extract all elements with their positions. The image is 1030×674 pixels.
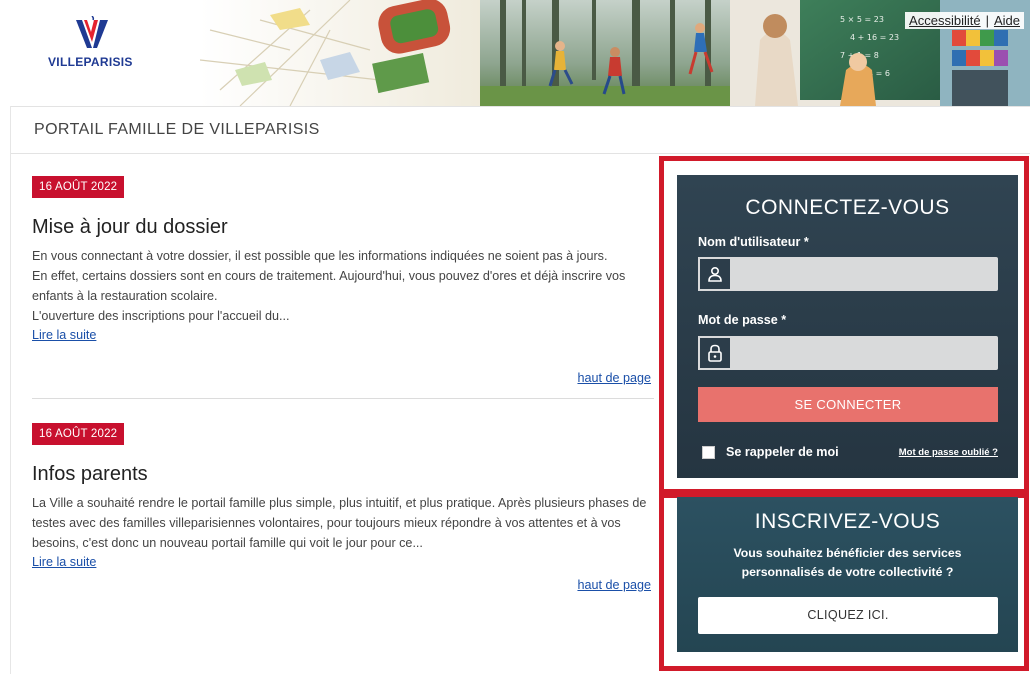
password-field (698, 336, 998, 370)
read-more-link[interactable]: Lire la suite (32, 555, 96, 569)
news-item: 16 AOÛT 2022 Mise à jour du dossier En v… (32, 176, 654, 391)
site-header: VILLEPARISIS 5 × 5 = 23 4 + 16 = 23 7 + … (10, 0, 1030, 106)
top-of-page-link[interactable]: haut de page (577, 371, 651, 385)
portal-title-bar: PORTAIL FAMILLE DE VILLEPARISIS (10, 106, 1030, 154)
content-frame-border (10, 106, 11, 674)
login-button[interactable]: SE CONNECTER (698, 387, 998, 422)
villeparisis-logo-icon (76, 16, 108, 48)
news-title: Mise à jour du dossier (32, 216, 228, 238)
news-paragraph: L'ouverture des inscriptions pour l'accu… (32, 309, 290, 323)
svg-text:4 + 16 = 23: 4 + 16 = 23 (850, 33, 899, 42)
help-link[interactable]: Aide (994, 13, 1020, 28)
username-input[interactable] (734, 257, 996, 291)
signup-panel: INSCRIVEZ-VOUS Vous souhaitez bénéficier… (677, 497, 1018, 652)
link-separator: | (985, 13, 989, 28)
accessibility-link[interactable]: Accessibilité (909, 13, 981, 28)
signup-title: INSCRIVEZ-VOUS (754, 510, 941, 533)
read-more-link[interactable]: Lire la suite (32, 328, 96, 342)
remember-me-label: Se rappeler de moi (726, 445, 839, 459)
remember-me-checkbox[interactable] (702, 445, 715, 459)
news-item: 16 AOÛT 2022 Infos parents La Ville a so… (32, 423, 654, 598)
signup-button[interactable]: CLIQUEZ ICI. (698, 597, 998, 634)
logo-text: VILLEPARISIS (48, 55, 133, 69)
remember-me: Se rappeler de moi (702, 445, 839, 459)
news-title: Infos parents (32, 463, 148, 485)
news-paragraph: En vous connectant à votre dossier, il e… (32, 249, 608, 263)
date-badge: 16 AOÛT 2022 (32, 423, 125, 445)
forgot-password-link[interactable]: Mot de passe oublié ? (899, 447, 998, 458)
username-label: Nom d'utilisateur * (698, 235, 809, 249)
username-field (698, 257, 998, 291)
top-of-page-link[interactable]: haut de page (577, 578, 651, 592)
password-input[interactable] (734, 336, 996, 370)
news-divider (32, 398, 654, 399)
news-paragraph: La Ville a souhaité rendre le portail fa… (32, 496, 647, 550)
lock-icon (698, 336, 732, 370)
user-icon (698, 257, 732, 291)
logo[interactable]: VILLEPARISIS (10, 0, 200, 106)
login-panel: CONNECTEZ-VOUS Nom d'utilisateur * Mot d… (677, 175, 1018, 478)
date-badge: 16 AOÛT 2022 (32, 176, 125, 198)
page-title: PORTAIL FAMILLE DE VILLEPARISIS (34, 121, 320, 138)
top-links: Accessibilité | Aide (905, 12, 1024, 29)
news-body: En vous connectant à votre dossier, il e… (32, 246, 654, 326)
news-body: La Ville a souhaité rendre le portail fa… (32, 493, 654, 553)
svg-text:5 × 5 = 23: 5 × 5 = 23 (840, 15, 884, 24)
signup-description: Vous souhaitez bénéficier des services p… (733, 546, 962, 579)
news-paragraph: En effet, certains dossiers sont en cour… (32, 269, 626, 303)
password-label: Mot de passe * (698, 313, 787, 327)
login-title: CONNECTEZ-VOUS (745, 196, 950, 219)
